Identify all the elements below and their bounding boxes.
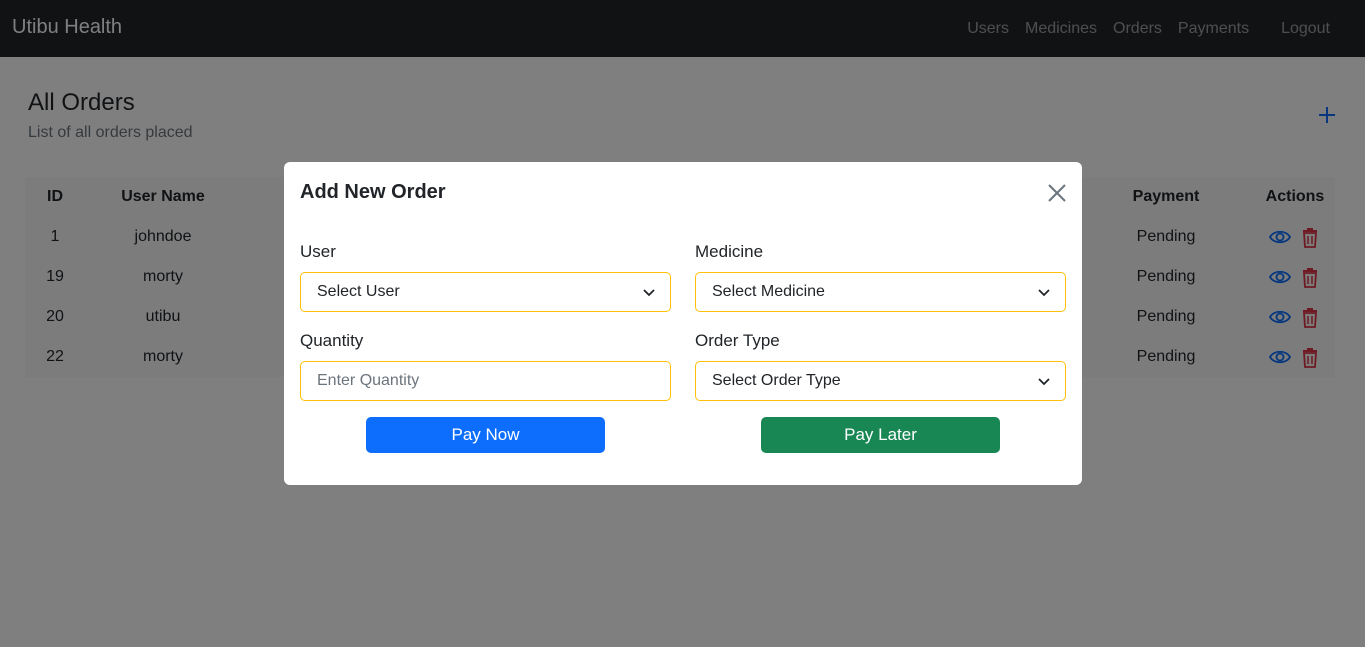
order-type-select-value: Select Order Type [712, 372, 841, 389]
quantity-label: Quantity [300, 331, 364, 350]
close-icon[interactable] [1046, 182, 1068, 204]
add-order-modal: Add New Order User Select User Medicine … [284, 162, 1082, 485]
quantity-placeholder: Enter Quantity [317, 372, 420, 389]
chevron-down-icon [1038, 378, 1050, 386]
chevron-down-icon [1038, 289, 1050, 297]
pay-now-button[interactable]: Pay Now [366, 417, 605, 453]
user-select-value: Select User [317, 283, 400, 300]
chevron-down-icon [643, 289, 655, 297]
order-type-select[interactable]: Select Order Type [695, 361, 1066, 401]
pay-later-button[interactable]: Pay Later [761, 417, 1000, 453]
modal-title: Add New Order [300, 181, 446, 203]
medicine-select-value: Select Medicine [712, 283, 825, 300]
user-select[interactable]: Select User [300, 272, 671, 312]
medicine-label: Medicine [695, 242, 764, 261]
medicine-select[interactable]: Select Medicine [695, 272, 1066, 312]
order-type-label: Order Type [695, 331, 780, 350]
user-label: User [300, 242, 336, 261]
quantity-input[interactable]: Enter Quantity [300, 361, 671, 401]
